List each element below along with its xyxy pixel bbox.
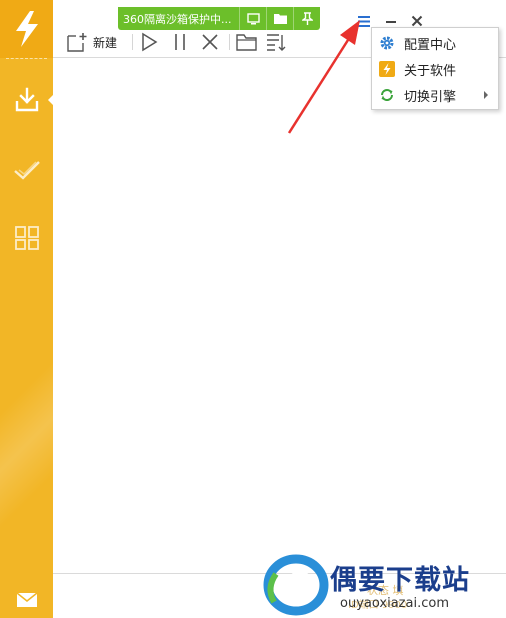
menu-item-settings[interactable]: 配置中心 — [372, 30, 498, 56]
menu-item-label: 配置中心 — [404, 37, 457, 53]
main-menu-dropdown: 配置中心 关于软件 切换引擎 — [371, 27, 499, 110]
watermark-title: 偶要下载站 — [330, 565, 470, 596]
menu-item-about[interactable]: 关于软件 — [372, 56, 498, 82]
toolbar-divider — [132, 34, 133, 50]
download-icon — [15, 87, 38, 112]
app-logo — [0, 0, 53, 58]
play-icon — [142, 32, 158, 52]
refresh-icon — [379, 87, 395, 103]
menu-item-label: 关于软件 — [404, 63, 457, 79]
new-task-label: 新建 — [93, 35, 118, 50]
mail-icon — [16, 593, 37, 607]
sidebar — [0, 0, 53, 618]
new-task-icon — [67, 33, 87, 52]
menu-item-label: 切换引擎 — [404, 89, 457, 105]
monitor-icon — [246, 12, 260, 24]
sidebar-item-downloading[interactable] — [0, 80, 53, 120]
sidebar-divider — [6, 58, 47, 59]
watermark: 状态 填 ID端口 9900 偶要下载站 ouyaoxiazai.com — [262, 552, 502, 616]
open-folder-button[interactable] — [236, 30, 258, 54]
submenu-arrow-icon — [484, 91, 488, 99]
delete-icon — [202, 34, 218, 50]
lightning-icon — [15, 11, 38, 47]
grid-icon — [14, 226, 39, 250]
sidebar-shine — [0, 330, 53, 590]
sandbox-text: 360隔离沙箱保护中... — [123, 12, 232, 26]
annotation-arrow-icon — [287, 20, 360, 134]
sandbox-monitor-button[interactable] — [239, 7, 266, 30]
minimize-icon — [386, 21, 396, 23]
sidebar-item-apps[interactable] — [0, 218, 53, 258]
checkmark-icon — [13, 161, 40, 180]
watermark-logo-icon — [263, 554, 329, 616]
open-folder-icon — [236, 34, 257, 51]
pause-icon — [175, 34, 185, 50]
delete-button[interactable] — [200, 30, 220, 54]
menu-item-switch-engine[interactable]: 切换引擎 — [372, 82, 498, 108]
start-button[interactable] — [139, 30, 159, 54]
sidebar-item-completed[interactable] — [0, 150, 53, 190]
close-icon — [411, 15, 423, 27]
toolbar-divider — [229, 34, 230, 50]
watermark-url: ouyaoxiazai.com — [340, 596, 449, 611]
pause-button[interactable] — [170, 30, 190, 54]
lightning-icon — [379, 61, 395, 77]
gear-icon — [379, 35, 395, 51]
sidebar-mail-button[interactable] — [0, 586, 53, 614]
new-task-button[interactable]: 新建 — [67, 30, 117, 54]
